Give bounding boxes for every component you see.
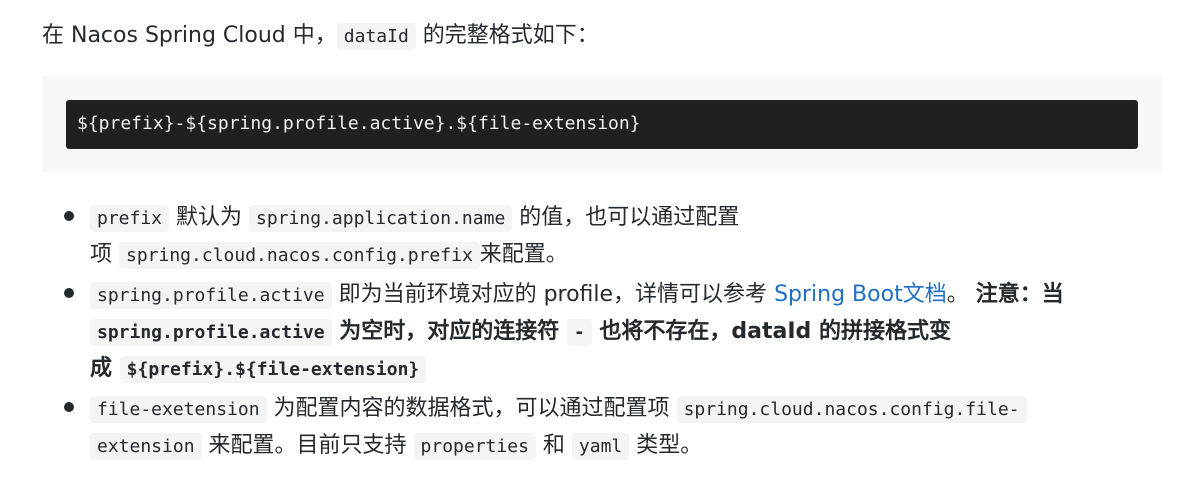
item-text: 和 (535, 433, 572, 458)
code-spring-application-name: spring.application.name (249, 205, 513, 232)
note-text: spring.profile.active 为空时，对应的连接符 - 也将不存在… (90, 319, 951, 346)
list-item-file-extension: file-exetension 为配置内容的数据格式，可以通过配置项 sprin… (42, 391, 1142, 465)
code-properties: properties (413, 433, 536, 460)
code-spring-profile-active-note: spring.profile.active (90, 319, 332, 346)
item-text: 默认为 (169, 205, 250, 230)
item-text: 。 (946, 282, 976, 307)
item-text: 为配置内容的数据格式，可以通过配置项 (266, 396, 677, 421)
intro-paragraph: 在 Nacos Spring Cloud 中， dataId 的完整格式如下： (42, 18, 599, 55)
code-prefix: prefix (90, 205, 170, 232)
intro-code-dataid: dataId (336, 23, 416, 50)
list-item-prefix: prefix 默认为 spring.application.name 的值，也可… (42, 200, 1142, 274)
config-item-list: prefix 默认为 spring.application.name 的值，也可… (42, 200, 1142, 468)
item-text: 即为当前环境对应的 profile，详情可以参考 (331, 282, 775, 307)
code-config-prefix: spring.cloud.nacos.config.prefix (119, 242, 480, 269)
code-config-file-part1: spring.cloud.nacos.config.file- (676, 396, 1027, 423)
code-hyphen: - (566, 319, 592, 346)
note-label: 注意：当 (975, 282, 1064, 307)
bullet-icon (64, 288, 74, 298)
doc-page: 在 Nacos Spring Cloud 中， dataId 的完整格式如下： $… (0, 0, 1177, 480)
bullet-icon (64, 211, 74, 221)
item-text: 项 (90, 242, 119, 267)
code-config-file-part2: extension (90, 433, 202, 460)
item-text: 来配置。 (479, 242, 568, 267)
list-item-profile-active: spring.profile.active 即为当前环境对应的 profile，… (42, 277, 1142, 388)
code-yaml: yaml (571, 433, 630, 460)
bullet-icon (64, 402, 74, 412)
note-text-part: 也将不存在，dataId 的拼接格式变 (591, 319, 951, 344)
intro-text-after: 的完整格式如下： (415, 23, 599, 48)
code-spring-profile-active: spring.profile.active (90, 282, 332, 309)
intro-text-before: 在 Nacos Spring Cloud 中， (42, 23, 337, 48)
code-block: ${prefix}-${spring.profile.active}.${fil… (66, 100, 1138, 149)
code-block-container: ${prefix}-${spring.profile.active}.${fil… (42, 76, 1162, 172)
item-text: 类型。 (629, 433, 703, 458)
item-text: 来配置。目前只支持 (201, 433, 414, 458)
item-text: 的值，也可以通过配置 (512, 205, 740, 230)
code-file-exetension: file-exetension (90, 396, 267, 423)
note-text-part: 为空时，对应的连接符 (331, 319, 567, 344)
code-prefix-extension: ${prefix}.${file-extension} (119, 356, 427, 383)
note-text-part: 成 (90, 356, 120, 381)
spring-boot-docs-link[interactable]: Spring Boot文档 (774, 282, 947, 307)
code-block-text: ${prefix}-${spring.profile.active}.${fil… (77, 113, 641, 134)
note-text-end: 成 ${prefix}.${file-extension} (90, 356, 427, 383)
